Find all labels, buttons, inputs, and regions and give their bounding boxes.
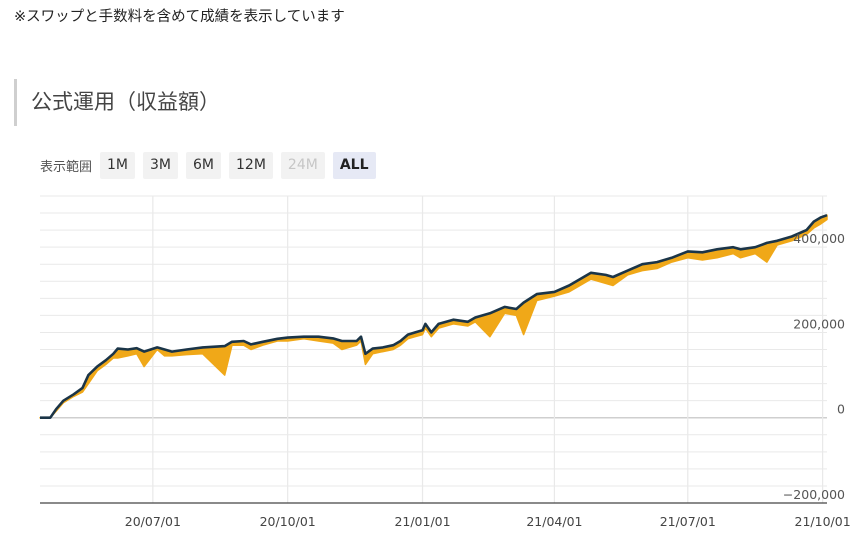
drawdown-area (39, 214, 828, 419)
y-tick-label: −200,000 (783, 487, 845, 502)
x-tick-label: 20/10/01 (260, 514, 316, 529)
x-tick-label: 20/07/01 (125, 514, 181, 529)
chart-series (39, 213, 828, 419)
y-tick-label: 200,000 (793, 316, 845, 331)
y-tick-label: 0 (837, 402, 845, 417)
y-tick-label: 400,000 (793, 231, 845, 246)
x-tick-label: 21/01/01 (394, 514, 450, 529)
earnings-chart: 20/07/01 20/10/01 21/01/01 21/04/01 21/07/01… (39, 195, 851, 529)
x-tick-label: 21/04/01 (526, 514, 582, 529)
equity-line (40, 213, 828, 419)
x-tick-label: 21/10/01 (795, 514, 851, 529)
x-tick-label: 21/07/01 (660, 514, 716, 529)
chart-axes: 20/07/01 20/10/01 21/01/01 21/04/01 21/07/01… (40, 231, 851, 529)
